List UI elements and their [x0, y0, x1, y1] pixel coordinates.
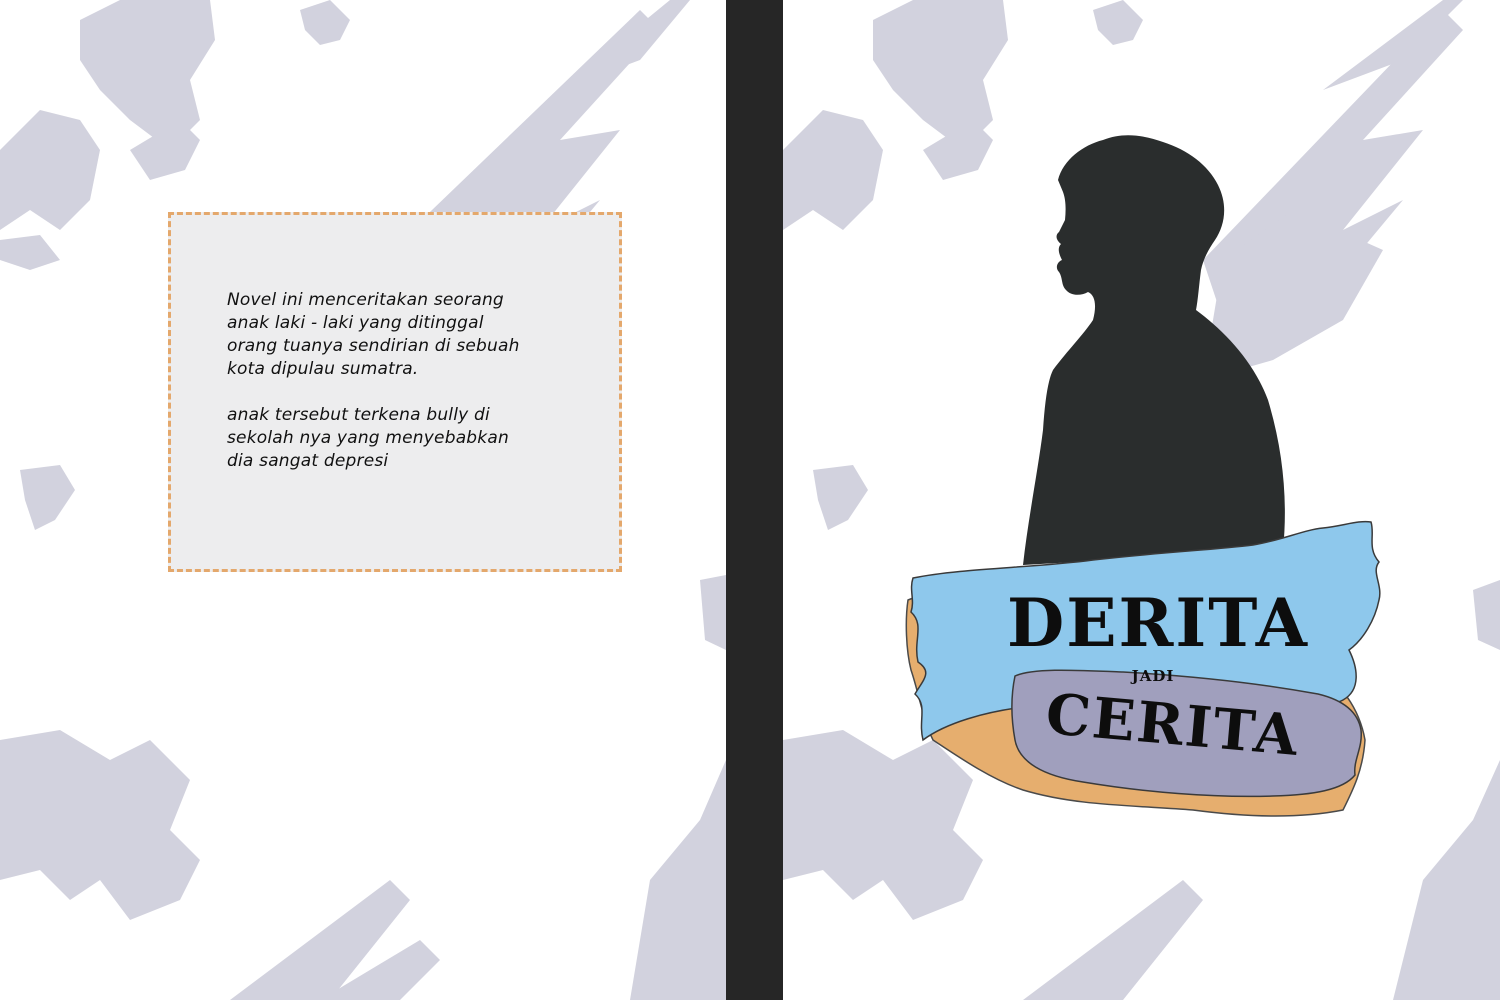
- person-silhouette-icon: [1023, 135, 1285, 565]
- title-line-1: DERITA: [1007, 584, 1309, 662]
- paint-splash-icon: [560, 0, 690, 90]
- paint-splash-icon: [0, 110, 100, 230]
- title-connector: JADI: [1130, 667, 1175, 685]
- paint-splash-icon: [630, 760, 726, 1000]
- paint-splash-icon: [80, 0, 215, 150]
- synopsis-paragraph-2: anak tersebut terkena bully di sekolah n…: [227, 405, 509, 471]
- paint-splash-icon: [20, 465, 75, 530]
- book-spine: [726, 0, 783, 1000]
- paint-splash-icon: [300, 0, 350, 45]
- front-cover: DERITA JADI CERITA: [783, 0, 1500, 1000]
- paint-splash-icon: [0, 235, 60, 270]
- back-cover: Novel ini menceritakan seorang anak laki…: [0, 0, 726, 1000]
- paint-splash-icon: [0, 730, 200, 920]
- book-cover-spread: Novel ini menceritakan seorang anak laki…: [0, 0, 1500, 1000]
- synopsis-text: Novel ini menceritakan seorang anak laki…: [227, 289, 607, 496]
- synopsis-box: Novel ini menceritakan seorang anak laki…: [168, 212, 622, 572]
- paint-splash-icon: [700, 575, 726, 650]
- synopsis-paragraph-1: Novel ini menceritakan seorang anak laki…: [227, 290, 520, 379]
- cover-artwork: DERITA JADI CERITA: [905, 135, 1381, 817]
